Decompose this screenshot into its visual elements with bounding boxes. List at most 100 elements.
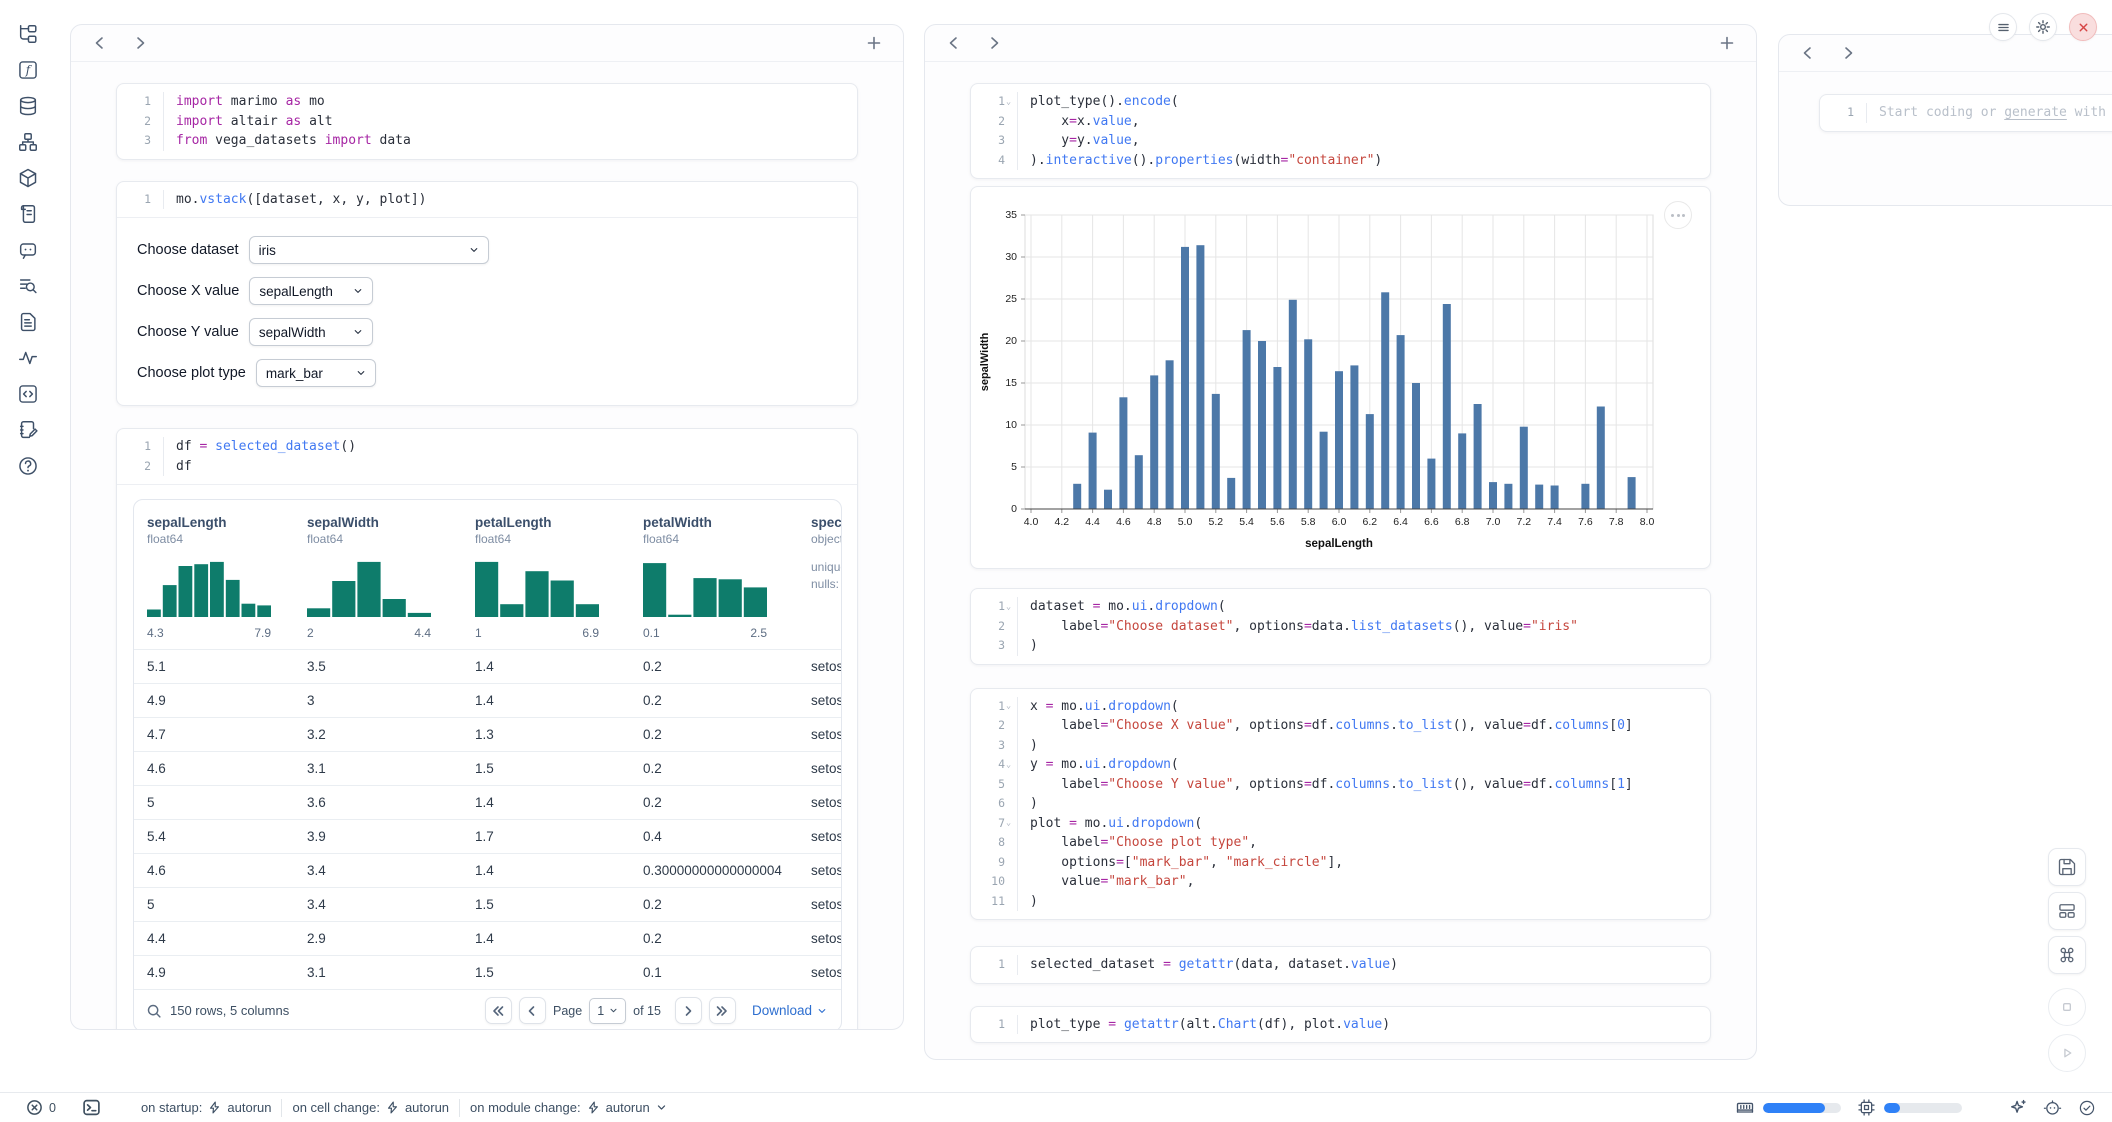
runtime-config-0[interactable]: on startup:autorun	[141, 1100, 272, 1115]
sidebar-tracing-activity-button[interactable]	[14, 346, 42, 370]
column-header-petalLength[interactable]: petalLengthfloat6416.9	[462, 515, 630, 640]
code-line[interactable]: 1selected_dataset = getattr(data, datase…	[971, 955, 1710, 975]
code-line[interactable]: 1⌄dataset = mo.ui.dropdown(	[971, 597, 1710, 617]
settings-button[interactable]	[2029, 13, 2057, 41]
page-select[interactable]: 1	[589, 998, 626, 1024]
close-button[interactable]	[2069, 13, 2097, 41]
table-row[interactable]: 4.73.21.30.2setosa	[134, 717, 841, 751]
prev-page-button[interactable]	[519, 997, 546, 1024]
code-line[interactable]: 3)	[971, 636, 1710, 656]
table-row[interactable]: 4.63.41.40.30000000000000004setosa	[134, 853, 841, 887]
code-line[interactable]: 2 label="Choose dataset", options=data.l…	[971, 617, 1710, 637]
sidebar-database-button[interactable]	[14, 94, 42, 118]
runtime-config-2[interactable]: on module change:autorun	[470, 1100, 667, 1115]
terminal-button[interactable]	[82, 1098, 101, 1117]
table-row[interactable]: 53.61.40.2setosa	[134, 785, 841, 819]
column-header-sepalWidth[interactable]: sepalWidthfloat6424.4	[294, 515, 462, 640]
column-header-sepalLength[interactable]: sepalLengthfloat644.37.9	[134, 515, 294, 640]
code-line[interactable]: 3from vega_datasets import data	[117, 131, 857, 151]
table-row[interactable]: 4.63.11.50.2setosa	[134, 751, 841, 785]
table-row[interactable]: 5.13.51.40.2setosa	[134, 649, 841, 683]
download-button[interactable]: Download	[752, 1003, 827, 1018]
add-cell-button[interactable]	[861, 30, 887, 56]
dropdown-3[interactable]: mark_bar	[256, 359, 376, 387]
column-next-button[interactable]	[1835, 40, 1861, 66]
code-line[interactable]: 9 options=["mark_bar", "mark_circle"],	[971, 853, 1710, 873]
table-row[interactable]: 4.42.91.40.2setosa	[134, 921, 841, 955]
code-line[interactable]: 1⌄plot_type().encode(	[971, 92, 1710, 112]
sidebar-chat-bot-button[interactable]	[14, 238, 42, 262]
svg-text:4.2: 4.2	[1054, 516, 1069, 528]
code-line[interactable]: 8 label="Choose plot type",	[971, 833, 1710, 853]
sidebar-snippets-button[interactable]	[14, 310, 42, 334]
sidebar-dependency-graph-button[interactable]	[14, 130, 42, 154]
copilot-button[interactable]	[2043, 1098, 2062, 1117]
code-line[interactable]: 1plot_type = getattr(alt.Chart(df), plot…	[971, 1015, 1710, 1035]
stop-button[interactable]	[2048, 988, 2086, 1026]
code-line[interactable]: 2df	[117, 457, 857, 477]
code-line[interactable]: 2 label="Choose X value", options=df.col…	[971, 716, 1710, 736]
empty-code-cell[interactable]: 1 Start coding or generate with	[1819, 94, 2112, 132]
bar-chart[interactable]: 4.04.24.44.64.85.05.25.45.65.86.06.26.46…	[971, 187, 1710, 569]
close-icon	[2077, 21, 2090, 34]
runtime-config-1[interactable]: on cell change:autorun	[292, 1100, 449, 1115]
sidebar-help-button[interactable]	[14, 454, 42, 478]
code-line[interactable]: 7⌄plot = mo.ui.dropdown(	[971, 814, 1710, 834]
column-prev-button[interactable]	[87, 30, 113, 56]
code-line[interactable]: 6)	[971, 794, 1710, 814]
errors-button[interactable]: 0	[26, 1099, 56, 1116]
save-button[interactable]	[2048, 848, 2086, 886]
menu-button[interactable]	[1989, 13, 2017, 41]
search-icon[interactable]	[146, 1003, 162, 1019]
dropdown-0[interactable]: iris	[249, 236, 489, 264]
code-line[interactable]: 1import marimo as mo	[117, 92, 857, 112]
sidebar-file-tree-button[interactable]	[14, 22, 42, 46]
code-line[interactable]: 11)	[971, 892, 1710, 912]
code-line[interactable]: 3)	[971, 736, 1710, 756]
code-line[interactable]: 5 label="Choose Y value", options=df.col…	[971, 775, 1710, 795]
chart-menu-button[interactable]	[1664, 201, 1692, 229]
svg-text:7.2: 7.2	[1516, 516, 1531, 528]
layout-button[interactable]	[2048, 892, 2086, 930]
layout-icon	[2057, 901, 2077, 921]
column-prev-button[interactable]	[941, 30, 967, 56]
table-row[interactable]: 53.41.50.2setosa	[134, 887, 841, 921]
code-line[interactable]: 4).interactive().properties(width="conta…	[971, 151, 1710, 171]
connection-status-button[interactable]	[2078, 1099, 2096, 1117]
svg-text:15: 15	[1005, 377, 1017, 389]
column-header-petalWidth[interactable]: petalWidthfloat640.12.5	[630, 515, 798, 640]
table-row[interactable]: 4.931.40.2setosa	[134, 683, 841, 717]
shortcuts-button[interactable]	[2048, 936, 2086, 974]
column-histogram	[307, 557, 462, 622]
column-header-species[interactable]: speciesobjectunique:nulls:	[798, 515, 842, 640]
column-prev-button[interactable]	[1795, 40, 1821, 66]
code-line[interactable]: 10 value="mark_bar",	[971, 872, 1710, 892]
sidebar-code-square-button[interactable]	[14, 382, 42, 406]
code-line[interactable]: 2 x=x.value,	[971, 112, 1710, 132]
add-cell-button[interactable]	[1714, 30, 1740, 56]
first-page-button[interactable]	[485, 997, 512, 1024]
run-button[interactable]	[2048, 1034, 2086, 1072]
dropdown-1[interactable]: sepalLength	[249, 277, 373, 305]
sidebar-documentation-scroll-button[interactable]	[14, 202, 42, 226]
code-line[interactable]: 1⌄x = mo.ui.dropdown(	[971, 697, 1710, 717]
generate-link[interactable]: generate	[2004, 105, 2067, 120]
code-line[interactable]: 2import altair as alt	[117, 112, 857, 132]
last-page-button[interactable]	[709, 997, 736, 1024]
next-page-button[interactable]	[675, 997, 702, 1024]
table-row[interactable]: 4.93.11.50.1setosa	[134, 955, 841, 989]
code-line[interactable]: 4⌄y = mo.ui.dropdown(	[971, 755, 1710, 775]
sidebar-functions-button[interactable]: f	[14, 58, 42, 82]
chart-output-cell: 4.04.24.44.64.85.05.25.45.65.86.06.26.46…	[970, 186, 1711, 569]
sidebar-packages-button[interactable]	[14, 166, 42, 190]
sidebar-logs-search-button[interactable]	[14, 274, 42, 298]
sidebar-scratchpad-button[interactable]	[14, 418, 42, 442]
dropdown-2[interactable]: sepalWidth	[249, 318, 373, 346]
code-line[interactable]: 3 y=y.value,	[971, 131, 1710, 151]
ai-assist-button[interactable]	[2008, 1098, 2027, 1117]
column-next-button[interactable]	[127, 30, 153, 56]
column-next-button[interactable]	[981, 30, 1007, 56]
table-row[interactable]: 5.43.91.70.4setosa	[134, 819, 841, 853]
code-line[interactable]: 1df = selected_dataset()	[117, 437, 857, 457]
code-line[interactable]: 1mo.vstack([dataset, x, y, plot])	[117, 190, 857, 210]
